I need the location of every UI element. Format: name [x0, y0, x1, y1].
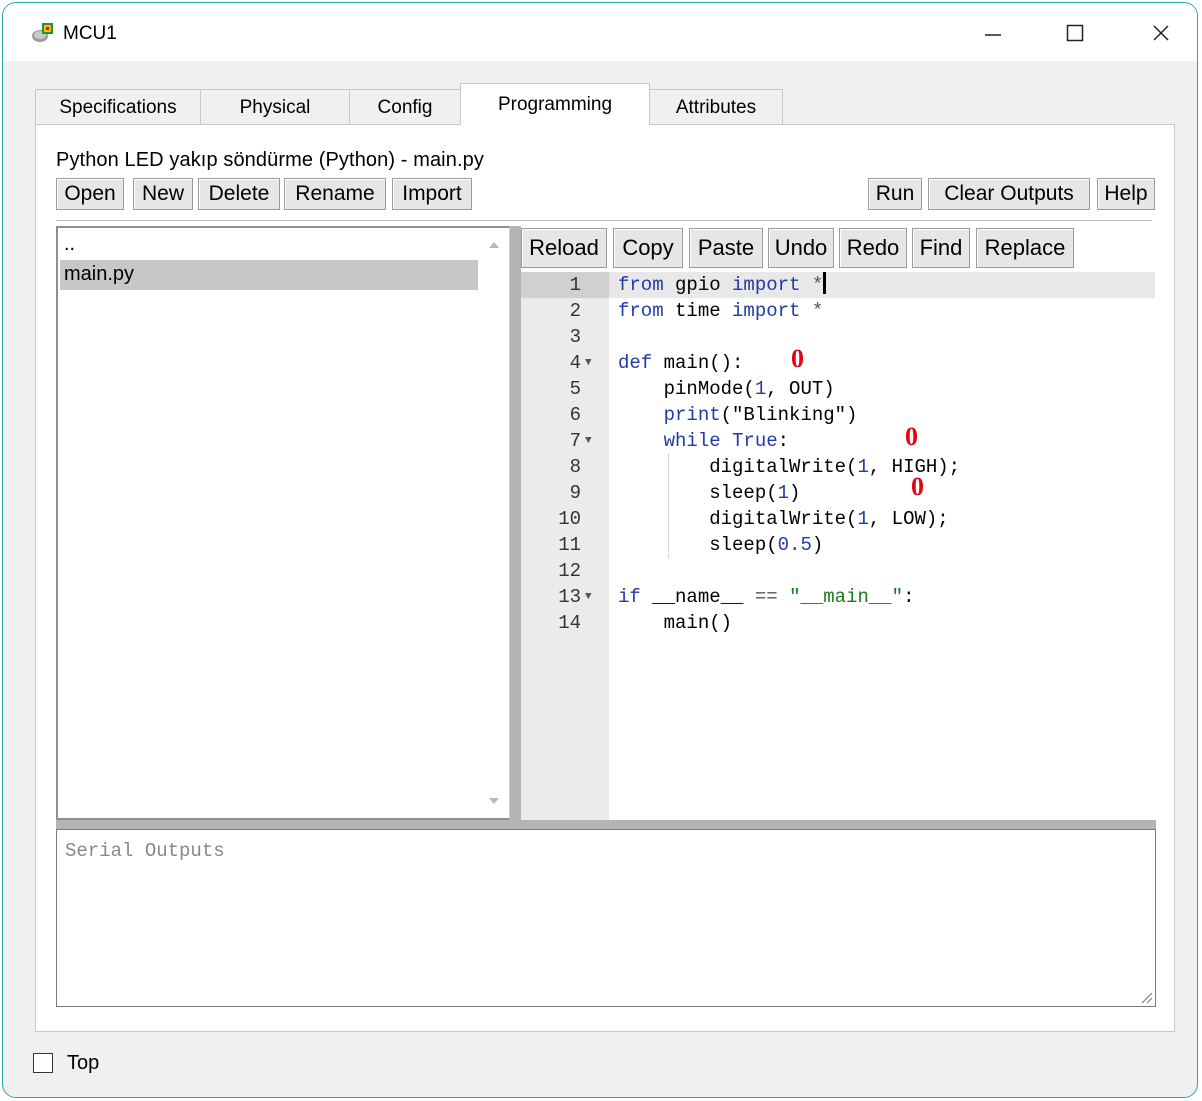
- redo-button[interactable]: Redo: [839, 228, 907, 268]
- run-button[interactable]: Run: [868, 178, 922, 210]
- file-item-main-py[interactable]: main.py: [60, 260, 478, 290]
- code-line: 9 sleep(1): [569, 482, 801, 504]
- file-item-parent[interactable]: ..: [60, 230, 478, 260]
- tab-bar: Specifications Physical Config Programmi…: [3, 83, 1197, 125]
- undo-button[interactable]: Undo: [768, 228, 834, 268]
- tab-programming[interactable]: Programming: [460, 83, 650, 125]
- import-button[interactable]: Import: [392, 178, 472, 210]
- maximize-button[interactable]: [1053, 13, 1097, 53]
- replace-button[interactable]: Replace: [976, 228, 1074, 268]
- scroll-up-arrow-icon[interactable]: [479, 234, 509, 256]
- rename-button[interactable]: Rename: [284, 178, 386, 210]
- fold-arrow-icon[interactable]: ▼: [585, 428, 592, 454]
- code-line: 2 from time import *: [569, 300, 824, 322]
- annotation-mark: 0: [791, 344, 804, 373]
- close-icon: [1153, 25, 1169, 41]
- tab-specifications[interactable]: Specifications: [35, 89, 201, 125]
- code-line: 11 sleep(0.5): [558, 534, 824, 556]
- code-editor: Reload Copy Paste Undo Redo Find Replace…: [521, 226, 1155, 820]
- tab-attributes[interactable]: Attributes: [649, 89, 783, 125]
- minimize-button[interactable]: [971, 13, 1015, 53]
- serial-outputs-area[interactable]: Serial Outputs: [56, 829, 1156, 1007]
- tab-config[interactable]: Config: [349, 89, 461, 125]
- find-button[interactable]: Find: [912, 228, 970, 268]
- text-cursor: [823, 272, 827, 294]
- horizontal-splitter[interactable]: [56, 820, 1156, 829]
- annotation-mark: 0: [905, 422, 918, 451]
- code-line: 4 ▼ def main():: [569, 350, 744, 376]
- reload-button[interactable]: Reload: [521, 228, 607, 268]
- mcu-window: MCU1 Specifications Physical Config Prog…: [2, 2, 1198, 1098]
- toolbar-separator: [56, 220, 1152, 221]
- title-bar: MCU1: [3, 3, 1197, 61]
- code-line: 6 print("Blinking"): [569, 404, 858, 426]
- minimize-icon: [985, 34, 1001, 36]
- code-line: 13 ▼ if __name__ == "__main__":: [558, 584, 915, 610]
- programming-panel: Python LED yakıp söndürme (Python) - mai…: [35, 124, 1175, 1032]
- scroll-down-arrow-icon[interactable]: [479, 790, 509, 812]
- resize-grip-icon[interactable]: [1139, 990, 1153, 1004]
- mcu-device-icon: [31, 21, 57, 45]
- copy-button[interactable]: Copy: [613, 228, 683, 268]
- delete-button[interactable]: Delete: [198, 178, 280, 210]
- file-list: .. main.py: [56, 226, 510, 820]
- paste-button[interactable]: Paste: [689, 228, 763, 268]
- code-line: 14 main(): [558, 612, 733, 634]
- code-line: 5 pinMode(1, OUT): [569, 378, 835, 400]
- code-line: 8 digitalWrite(1, HIGH);: [569, 456, 961, 478]
- top-label: Top: [67, 1052, 100, 1074]
- code-line: 1 from gpio import *: [521, 272, 1155, 298]
- file-list-scrollbar[interactable]: [479, 228, 509, 818]
- new-button[interactable]: New: [133, 178, 193, 210]
- vertical-splitter[interactable]: [510, 226, 521, 820]
- clear-outputs-button[interactable]: Clear Outputs: [928, 178, 1090, 210]
- serial-outputs-placeholder: Serial Outputs: [65, 840, 225, 862]
- top-checkbox[interactable]: [33, 1053, 53, 1073]
- maximize-icon: [1066, 24, 1084, 42]
- code-line: 7 ▼ while True:: [569, 428, 790, 454]
- window-title: MCU1: [63, 23, 117, 44]
- help-button[interactable]: Help: [1097, 178, 1155, 210]
- code-line: 3: [569, 326, 581, 348]
- fold-arrow-icon[interactable]: ▼: [585, 584, 592, 610]
- file-title: Python LED yakıp söndürme (Python) - mai…: [56, 149, 484, 171]
- fold-arrow-icon[interactable]: ▼: [585, 350, 592, 376]
- annotation-mark: 0: [911, 472, 924, 501]
- open-button[interactable]: Open: [56, 178, 124, 210]
- tab-physical[interactable]: Physical: [200, 89, 350, 125]
- code-line: 10 digitalWrite(1, LOW);: [558, 508, 949, 530]
- code-line: 12: [558, 560, 581, 582]
- close-button[interactable]: [1139, 13, 1183, 53]
